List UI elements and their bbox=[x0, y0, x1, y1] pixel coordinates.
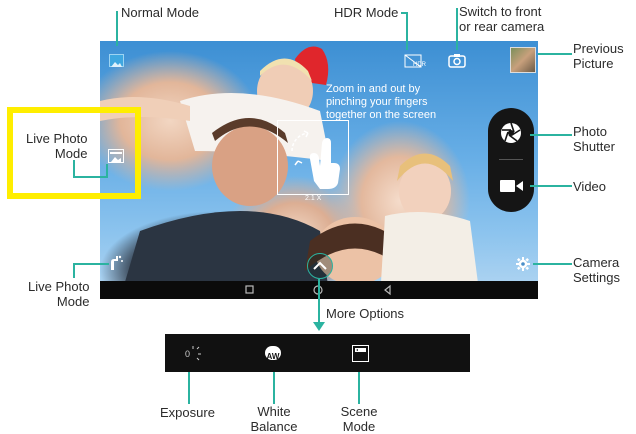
recents-icon[interactable] bbox=[245, 285, 254, 294]
label-white-balance-line-1: White bbox=[257, 404, 291, 419]
zoom-hint-line-1: Zoom in and out by bbox=[326, 83, 421, 95]
label-switch-camera-line-2: or rear camera bbox=[459, 19, 545, 34]
switch-camera-icon[interactable] bbox=[447, 53, 467, 69]
scene-mode-icon bbox=[355, 348, 366, 352]
zoom-level: 2.1 X bbox=[305, 195, 322, 202]
more-options-button[interactable] bbox=[307, 253, 333, 279]
label-live-photo-mode-bottom: Live Photo Mode bbox=[28, 279, 89, 309]
video-camera-icon bbox=[500, 180, 523, 192]
label-video: Video bbox=[573, 179, 607, 194]
label-camera-settings: Camera Settings bbox=[573, 255, 620, 285]
label-switch-camera: Switch to front or rear camera bbox=[459, 4, 544, 34]
leader-camera-settings bbox=[533, 263, 572, 265]
label-previous-picture-line-2: Picture bbox=[573, 56, 614, 71]
label-camera-settings-line-1: Camera bbox=[573, 255, 620, 270]
label-scene-mode-line-2: Mode bbox=[342, 419, 376, 434]
leader-normal-mode bbox=[116, 11, 118, 46]
white-balance-icon: AW bbox=[266, 352, 280, 361]
leader-live-photo-bottom-h bbox=[73, 263, 109, 265]
photo-shutter-button[interactable] bbox=[499, 121, 523, 145]
leader-scene-mode bbox=[358, 372, 360, 404]
leader-switch-camera bbox=[456, 8, 458, 50]
leader-hdr-v bbox=[406, 12, 408, 50]
pinch-zoom-indicator bbox=[277, 120, 349, 195]
camera-viewfinder[interactable]: Zoom in and out by pinching your fingers… bbox=[100, 41, 538, 299]
live-photo-toggle-icon[interactable] bbox=[106, 253, 124, 271]
chevron-up-icon bbox=[313, 261, 327, 270]
leader-photo-shutter bbox=[530, 134, 572, 136]
leader-live-photo-bottom-v bbox=[73, 263, 75, 278]
hdr-mode-icon[interactable]: HDR bbox=[404, 54, 426, 70]
label-white-balance: White Balance bbox=[248, 404, 300, 434]
label-live-photo-mode-top: Live Photo Mode bbox=[26, 131, 87, 161]
zoom-hint-line-2: pinching your fingers bbox=[326, 96, 428, 108]
leader-more-options bbox=[318, 279, 320, 327]
exposure-value: 0 bbox=[185, 349, 191, 359]
more-options-bar: 0 AW bbox=[165, 334, 470, 372]
leader-live-photo-top-h bbox=[73, 176, 107, 178]
label-previous-picture-line-1: Previous bbox=[573, 41, 624, 56]
label-more-options: More Options bbox=[326, 306, 405, 321]
exposure-button[interactable]: 0 bbox=[183, 345, 205, 363]
leader-live-photo-top-v bbox=[73, 160, 75, 177]
white-balance-button[interactable]: AW bbox=[265, 346, 281, 361]
label-photo-shutter-line-2: Shutter bbox=[573, 139, 615, 154]
leader-video bbox=[530, 185, 572, 187]
label-switch-camera-line-1: Switch to front bbox=[459, 4, 542, 19]
camera-settings-icon[interactable] bbox=[516, 257, 530, 271]
label-live-photo-mode-bottom-line-2: Mode bbox=[56, 294, 90, 309]
label-live-photo-mode-top-line-2: Mode bbox=[54, 146, 88, 161]
label-photo-shutter-line-1: Photo bbox=[573, 124, 607, 139]
scene-mode-button[interactable] bbox=[352, 345, 369, 362]
zoom-hint-text: Zoom in and out by pinching your fingers… bbox=[326, 83, 436, 122]
label-scene-mode-line-1: Scene bbox=[340, 404, 378, 419]
label-camera-settings-line-2: Settings bbox=[573, 270, 620, 285]
leader-previous-picture bbox=[538, 53, 572, 55]
back-icon[interactable] bbox=[384, 284, 391, 296]
video-button[interactable] bbox=[499, 178, 525, 194]
shutter-aperture-icon bbox=[501, 122, 521, 143]
previous-picture-thumbnail[interactable] bbox=[510, 47, 536, 73]
capture-panel-divider bbox=[499, 159, 523, 160]
label-previous-picture: Previous Picture bbox=[573, 41, 624, 71]
leader-exposure bbox=[188, 372, 190, 404]
pinch-gesture-icon bbox=[291, 130, 340, 189]
leader-live-photo-top-v2 bbox=[106, 164, 108, 178]
label-live-photo-mode-bottom-line-1: Live Photo bbox=[28, 279, 90, 294]
normal-mode-icon[interactable] bbox=[109, 54, 124, 67]
label-live-photo-mode-top-line-1: Live Photo bbox=[26, 131, 88, 146]
label-photo-shutter: Photo Shutter bbox=[573, 124, 615, 154]
label-hdr-mode: HDR Mode bbox=[334, 5, 399, 20]
label-scene-mode: Scene Mode bbox=[338, 404, 380, 434]
more-options-arrow-icon bbox=[313, 322, 325, 331]
label-white-balance-line-2: Balance bbox=[250, 419, 298, 434]
label-exposure: Exposure bbox=[160, 405, 215, 420]
leader-white-balance bbox=[273, 372, 275, 404]
hdr-badge: HDR bbox=[413, 62, 426, 68]
label-normal-mode: Normal Mode bbox=[121, 5, 200, 20]
